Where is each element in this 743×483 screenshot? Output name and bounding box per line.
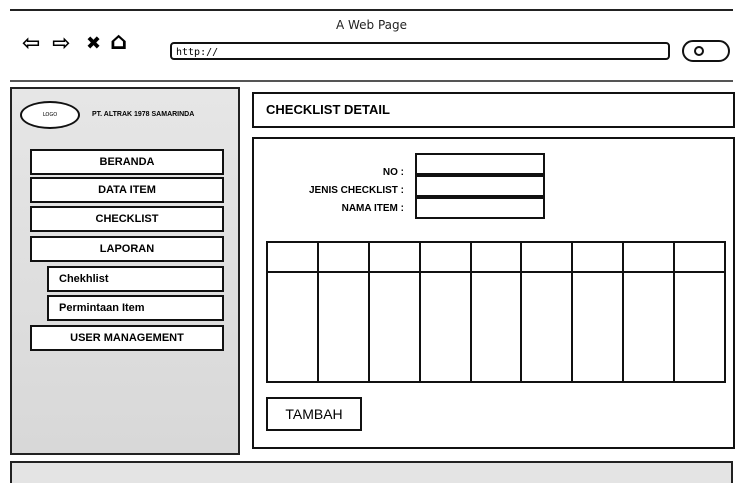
table-cell xyxy=(266,271,319,383)
checklist-form: NO : JENIS CHECKLIST : NAMA ITEM : TAMBA… xyxy=(252,137,735,449)
table-cell xyxy=(469,271,523,383)
field-label-no: NO : xyxy=(382,167,404,178)
nama-item-input[interactable] xyxy=(415,197,545,219)
back-arrow-icon[interactable]: ⇦ xyxy=(22,33,40,55)
table-header-cell xyxy=(571,241,625,273)
table-header-cell xyxy=(316,241,370,273)
table-header-cell xyxy=(673,241,726,273)
menu-item-user-management[interactable]: USER MANAGEMENT xyxy=(30,325,224,351)
table-row xyxy=(266,271,726,383)
submenu-item-chekhlist[interactable]: Chekhlist xyxy=(47,266,224,292)
url-bar[interactable]: http:// xyxy=(170,42,670,60)
table-header-cell xyxy=(520,241,574,273)
page-title: CHECKLIST DETAIL xyxy=(252,92,735,128)
submenu-item-permintaan-item[interactable]: Permintaan Item xyxy=(47,295,224,321)
search-icon xyxy=(694,46,704,56)
toolbar-separator xyxy=(10,80,733,82)
menu-item-beranda[interactable]: BERANDA xyxy=(30,149,224,175)
menu-item-laporan[interactable]: LAPORAN xyxy=(30,236,224,262)
table-header-cell xyxy=(418,241,472,273)
table-cell xyxy=(520,271,574,383)
no-input[interactable] xyxy=(415,153,545,175)
table-cell xyxy=(418,271,472,383)
close-icon[interactable]: ✖ xyxy=(86,34,101,54)
jenis-checklist-input[interactable] xyxy=(415,175,545,197)
logo: LOGO xyxy=(20,101,80,129)
table-header-cell xyxy=(367,241,421,273)
table-cell xyxy=(673,271,726,383)
table-header-cell xyxy=(469,241,523,273)
field-label-jenis-checklist: JENIS CHECKLIST : xyxy=(308,185,404,196)
table-cell xyxy=(571,271,625,383)
table-header-cell xyxy=(266,241,319,273)
checklist-table xyxy=(266,241,726,383)
window-top-edge xyxy=(10,9,733,11)
field-label-nama-item: NAMA ITEM : xyxy=(341,203,404,214)
sidebar: LOGO PT. ALTRAK 1978 SAMARINDA BERANDA D… xyxy=(10,87,240,455)
tambah-button[interactable]: TAMBAH xyxy=(266,397,362,431)
home-icon[interactable]: ⌂ xyxy=(110,29,127,53)
table-cell xyxy=(367,271,421,383)
table-header-row xyxy=(266,241,726,273)
table-header-cell xyxy=(622,241,675,273)
company-name: PT. ALTRAK 1978 SAMARINDA xyxy=(92,111,195,118)
menu-item-checklist[interactable]: CHECKLIST xyxy=(30,206,224,232)
table-cell xyxy=(622,271,675,383)
forward-arrow-icon[interactable]: ⇨ xyxy=(52,33,70,55)
status-bar xyxy=(10,461,733,483)
table-cell xyxy=(316,271,370,383)
search-button[interactable] xyxy=(682,40,730,62)
menu-item-data-item[interactable]: DATA ITEM xyxy=(30,177,224,203)
